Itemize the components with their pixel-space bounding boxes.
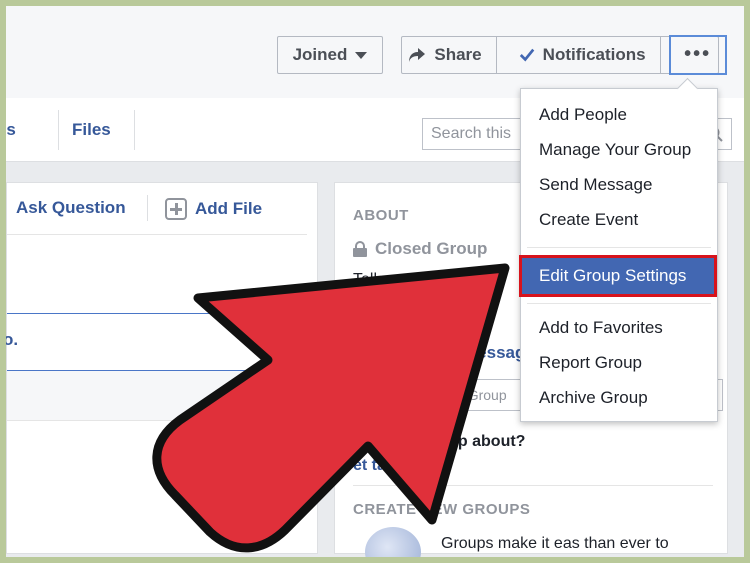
post-footer (7, 371, 319, 421)
groups-illustration-icon (365, 527, 421, 557)
tab-photos[interactable]: os (6, 120, 16, 140)
send-message-link[interactable]: Messag (463, 343, 525, 363)
tab-files[interactable]: Files (72, 120, 111, 140)
create-groups-text: Groups make it eas than ever to (441, 535, 669, 552)
group-description: Tell people what this (353, 271, 498, 288)
share-arrow-icon (409, 48, 426, 62)
divider (353, 485, 713, 486)
menu-item-report-group[interactable]: Report Group (539, 353, 642, 373)
menu-item-add-to-favorites[interactable]: Add to Favorites (539, 318, 663, 338)
joined-label: Joined (292, 45, 348, 64)
menu-item-create-event[interactable]: Create Event (539, 210, 638, 230)
composer-card: Ask Question Add File o. (6, 182, 319, 554)
menu-item-manage-group[interactable]: Manage Your Group (539, 140, 691, 160)
ask-question-label: Ask Question (16, 198, 126, 217)
menu-item-send-message[interactable]: Send Message (539, 175, 652, 195)
menu-item-edit-group-settings[interactable]: Edit Group Settings (519, 255, 717, 297)
about-heading: ABOUT (353, 207, 409, 224)
tab-divider (58, 110, 59, 150)
notifications-button[interactable]: Notifications (505, 37, 661, 73)
search-placeholder: Search this (431, 125, 512, 142)
menu-divider (527, 247, 711, 248)
add-people-placeholder: eople to Group (414, 387, 507, 403)
post-input[interactable]: o. (6, 313, 319, 371)
menu-item-archive-group[interactable]: Archive Group (539, 388, 648, 408)
add-file-icon (165, 198, 187, 220)
joined-button[interactable]: Joined (277, 36, 383, 74)
facebook-group-page: Joined Share Notifications ••• os (6, 6, 744, 557)
group-header: Joined Share Notifications ••• (6, 6, 744, 98)
ask-question-button[interactable]: Ask Question (16, 198, 126, 218)
notifications-label: Notifications (542, 45, 646, 64)
menu-item-add-people[interactable]: Add People (539, 105, 627, 125)
header-action-group: Share Notifications ••• (401, 34, 727, 75)
privacy-label: Closed Group (375, 239, 488, 258)
action-divider (147, 195, 148, 221)
more-options-menu: Add People Manage Your Group Send Messag… (519, 88, 718, 422)
privacy-status: Closed Group (353, 239, 487, 259)
ellipsis-icon: ••• (684, 43, 712, 65)
share-button[interactable]: Share (394, 37, 497, 73)
menu-divider (527, 303, 711, 304)
composer-actions: Ask Question Add File (7, 183, 307, 235)
add-file-button[interactable]: Add File (165, 198, 262, 220)
tab-divider (134, 110, 135, 150)
set-tags-link[interactable]: et tags (353, 457, 405, 475)
chevron-down-icon (355, 51, 368, 59)
add-file-label: Add File (195, 199, 263, 218)
more-options-button[interactable]: ••• (668, 34, 727, 75)
lock-icon (353, 241, 367, 257)
post-text: o. (6, 330, 19, 349)
share-label: Share (434, 45, 482, 64)
group-about-question: at is this group about? (353, 433, 526, 450)
checkmark-icon (519, 48, 534, 62)
create-groups-heading: CREATE NEW GROUPS (353, 501, 531, 518)
